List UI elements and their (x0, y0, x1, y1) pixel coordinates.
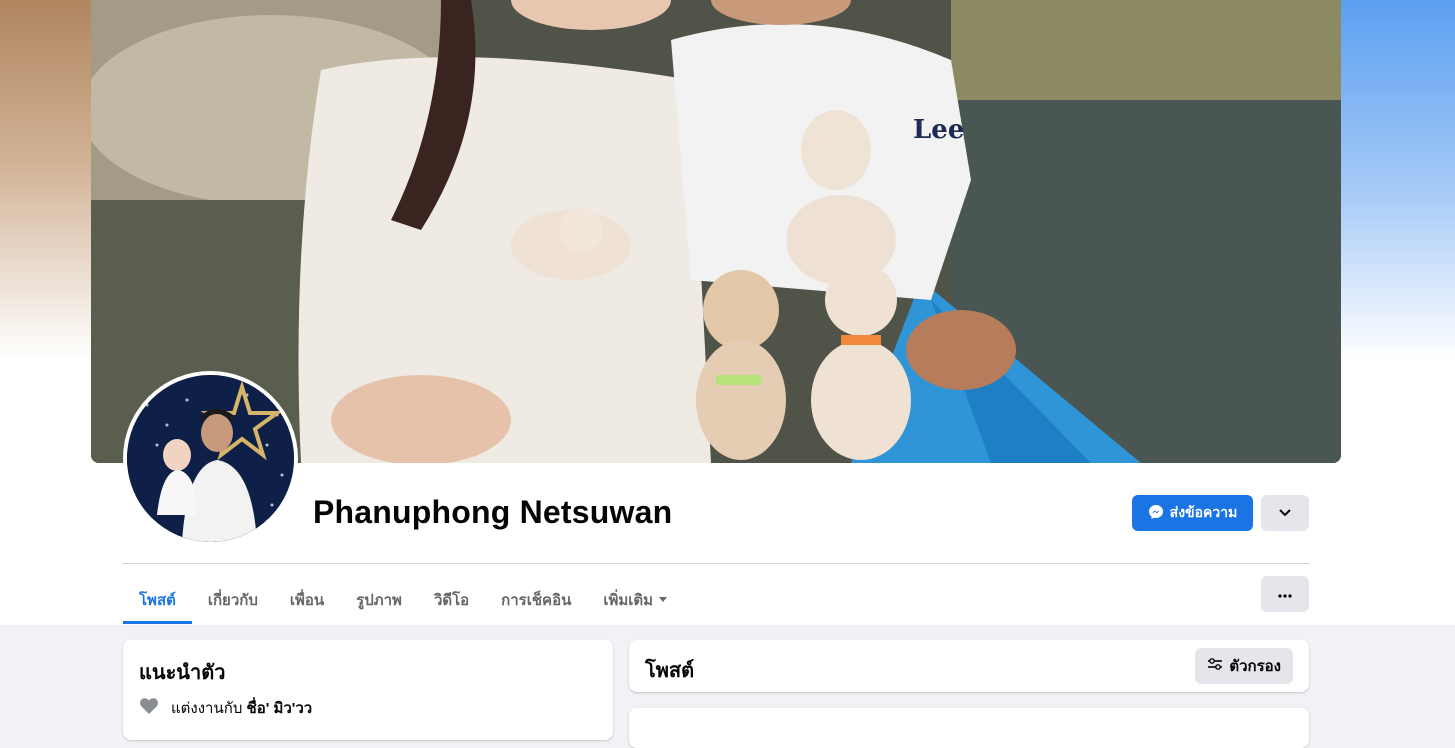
tab-checkins[interactable]: การเช็คอิน (485, 575, 587, 624)
intro-card: แนะนำตัว แต่งงานกับ ชื่อ' มิว'วว (123, 640, 613, 740)
caret-down-icon (659, 597, 668, 602)
tab-label: วิดีโอ (433, 591, 470, 609)
filter-label: ตัวกรอง (1229, 658, 1281, 675)
more-dots-icon (1278, 585, 1292, 603)
tab-more[interactable]: เพิ่มเติม (587, 575, 683, 624)
filter-sliders-icon (1207, 657, 1223, 675)
svg-text:Lee: Lee (913, 115, 964, 145)
more-options-button[interactable] (1261, 576, 1309, 612)
tab-label: เพื่อน (289, 591, 325, 609)
tab-friends[interactable]: เพื่อน (274, 575, 340, 624)
tab-label: เกี่ยวกับ (207, 591, 258, 609)
profile-avatar[interactable] (123, 371, 298, 546)
posts-header-card: โพสต์ ตัวกรอง (629, 640, 1309, 692)
relationship-partner-link[interactable]: ชื่อ' มิว'วว (247, 700, 313, 717)
filter-button[interactable]: ตัวกรอง (1195, 648, 1293, 684)
intro-title: แนะนำตัว (139, 662, 226, 684)
messenger-icon (1148, 504, 1164, 523)
tab-label: โพสต์ (139, 591, 176, 609)
tab-label: การเช็คอิน (501, 591, 572, 609)
cover-photo[interactable]: Lee (91, 0, 1341, 463)
profile-options-dropdown-button[interactable] (1261, 495, 1309, 531)
header-gradient-right (1340, 0, 1455, 360)
relationship-prefix: แต่งงานกับ (171, 700, 243, 717)
cover-photo-image: Lee (91, 0, 1341, 463)
header-divider (123, 563, 1309, 564)
posts-title: โพสต์ (645, 660, 695, 682)
send-message-button[interactable]: ส่งข้อความ (1132, 495, 1253, 531)
tab-label: เพิ่มเติม (603, 591, 654, 609)
send-message-label: ส่งข้อความ (1169, 504, 1238, 520)
profile-tabs: โพสต์ เกี่ยวกับ เพื่อน รูปภาพ วิดีโอ การ… (123, 575, 683, 624)
avatar-image (127, 375, 294, 542)
tab-posts[interactable]: โพสต์ (123, 575, 192, 624)
header-gradient-left (0, 0, 92, 360)
profile-name: Phanuphong Netsuwan (313, 494, 673, 530)
chevron-down-icon (1279, 504, 1291, 522)
tab-label: รูปภาพ (356, 591, 402, 609)
relationship-row: แต่งงานกับ ชื่อ' มิว'วว (139, 696, 312, 720)
tab-photos[interactable]: รูปภาพ (340, 575, 418, 624)
tab-videos[interactable]: วิดีโอ (418, 575, 485, 624)
post-card (629, 708, 1309, 748)
tab-about[interactable]: เกี่ยวกับ (192, 575, 274, 624)
